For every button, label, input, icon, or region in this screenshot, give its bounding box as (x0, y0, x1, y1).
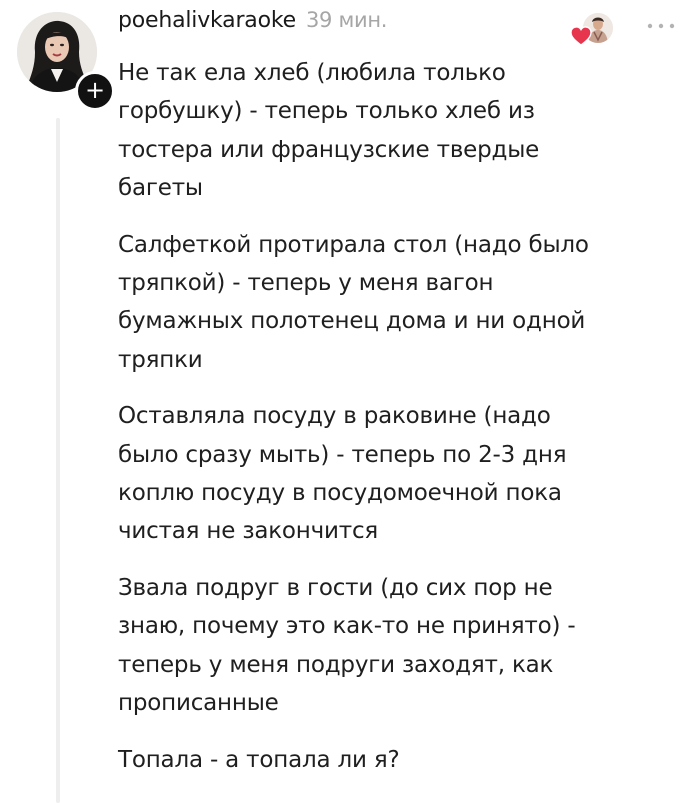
avatar-container[interactable]: + (17, 12, 115, 111)
more-dots-icon (647, 23, 675, 29)
comment-paragraph: Салфеткой протирала стол (надо было тряп… (118, 231, 589, 373)
comment-body: Не так ела хлеб (любила только горбушку)… (118, 54, 688, 797)
comment-header: poehalivkaraoke 39 мин. (118, 8, 387, 44)
comment-paragraph: Звала подруг в гости (до сих пор не знаю… (118, 574, 576, 717)
username[interactable]: poehalivkaraoke (118, 8, 296, 33)
comment-paragraph: Не так ела хлеб (любила только горбушку)… (118, 60, 540, 202)
more-button[interactable] (646, 18, 676, 32)
comment: + poehalivkaraoke 39 мин. Не так ела хле… (0, 0, 700, 803)
author-like-badge (570, 12, 616, 48)
heart-icon (570, 26, 592, 46)
timestamp: 39 мин. (305, 8, 388, 32)
thread-line (56, 118, 60, 803)
plus-icon: + (84, 76, 106, 104)
comment-paragraph: Топала - а топала ли я? (118, 746, 400, 773)
comment-paragraph: Оставляла посуду в раковине (надо было с… (118, 403, 567, 545)
follow-button[interactable]: + (75, 71, 115, 111)
